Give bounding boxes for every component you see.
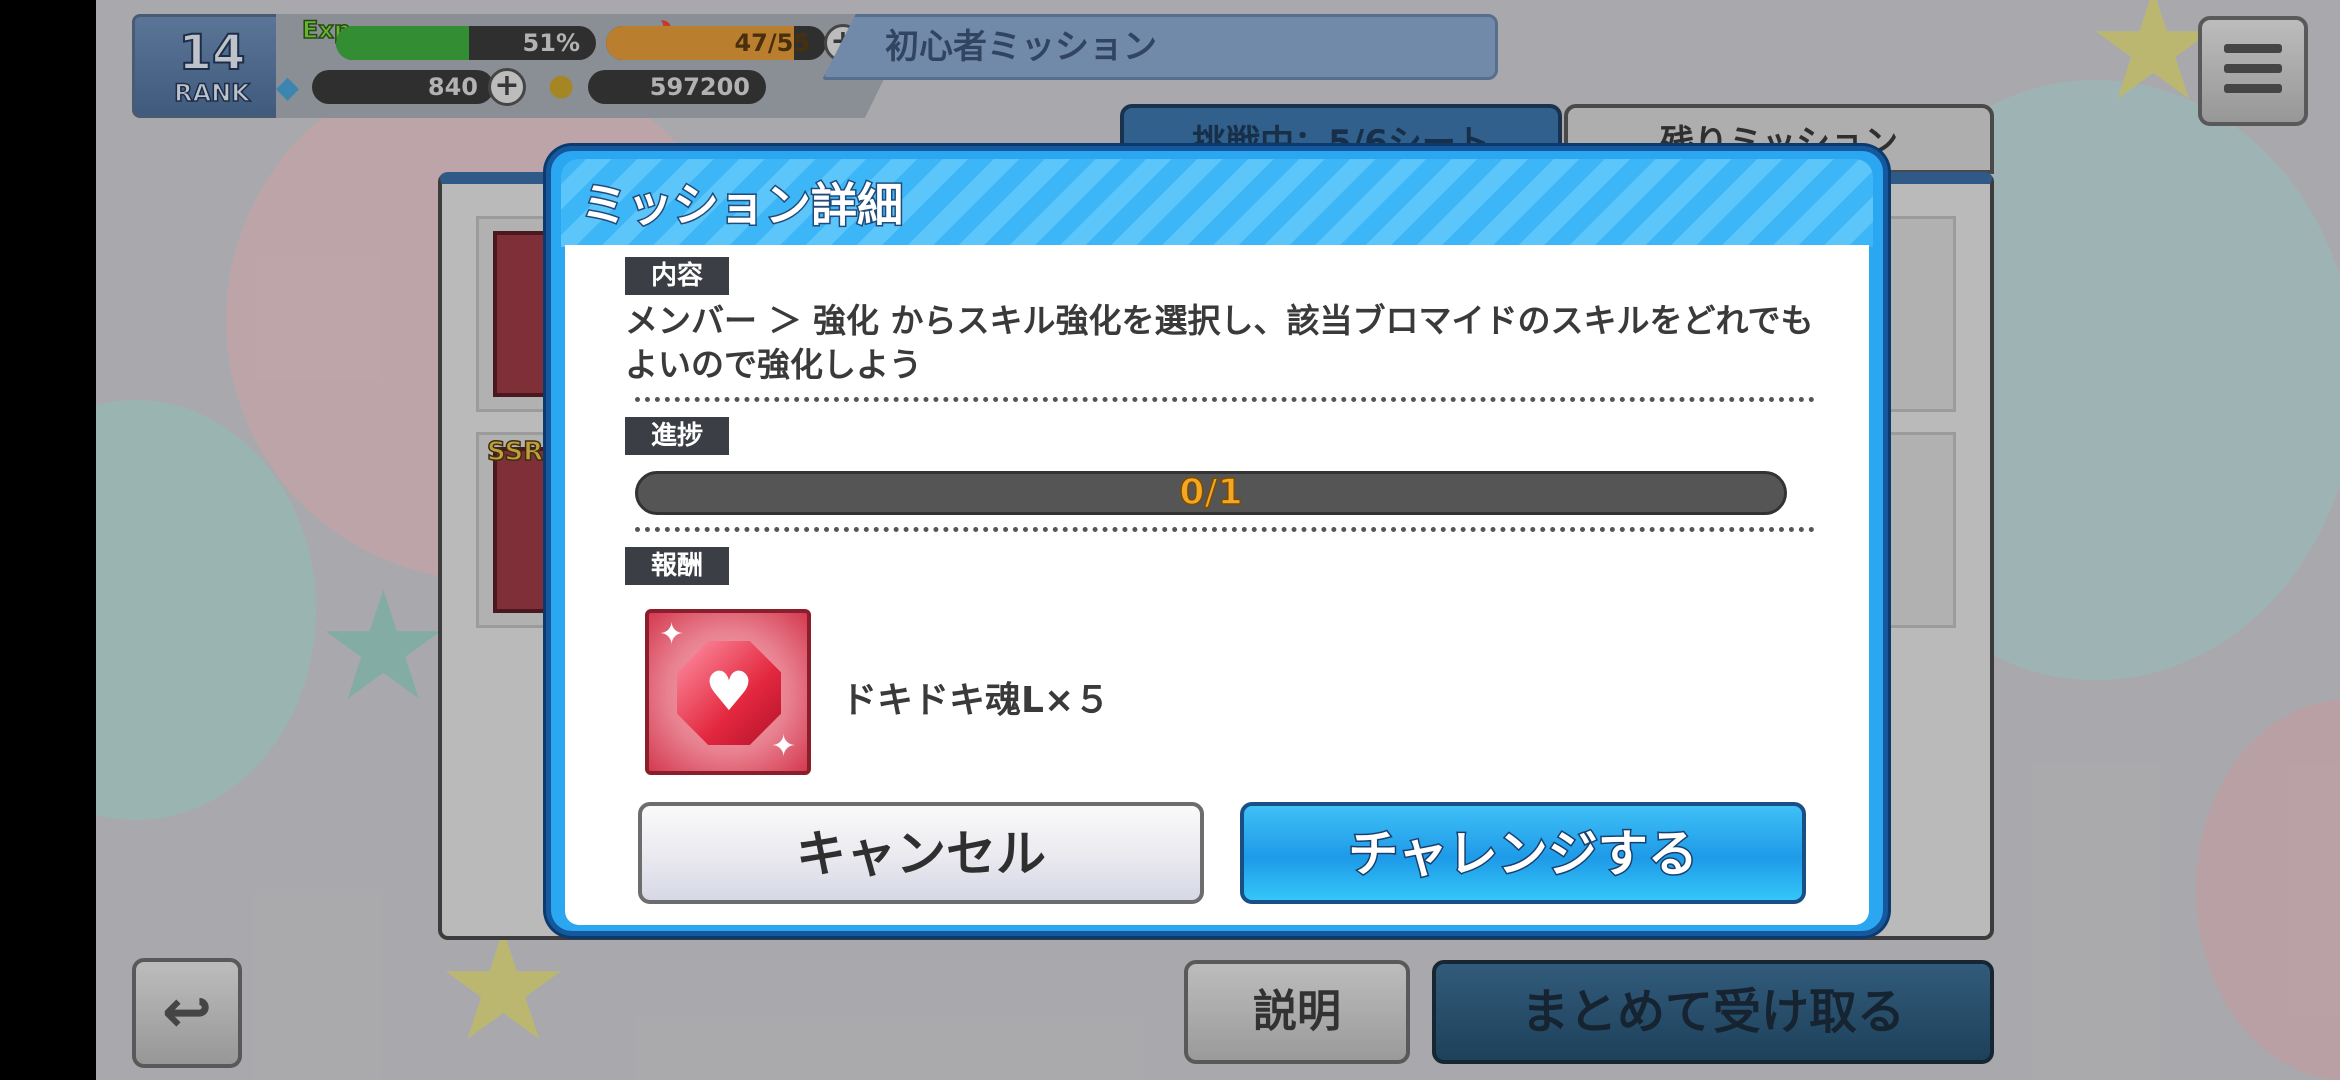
gems-plus-button[interactable]: +	[488, 68, 526, 106]
ssr-badge: SSR	[486, 436, 544, 468]
progress-value: 0/1	[1179, 472, 1244, 513]
gems-counter: 840	[312, 70, 494, 104]
sparkle-icon: ✦	[771, 729, 797, 764]
progress-tag: 進捗	[625, 417, 730, 455]
gold-coin-icon: ●	[548, 68, 575, 103]
mission-title: 初心者ミッション	[885, 27, 1157, 67]
blue-crystal-icon: ◆	[276, 70, 300, 105]
sparkle-icon: ✦	[659, 617, 685, 652]
rank-label: RANK	[173, 78, 250, 108]
stamina-bar: 47/55	[606, 26, 826, 60]
bg-star-teal: ★	[316, 560, 451, 734]
content-tag: 内容	[625, 257, 730, 295]
screen: ★ ★ ★ 14 RANK Exp 51% 🔥 47/55 + ◆ 840 +	[0, 0, 2340, 1080]
reward-label: ドキドキ魂L×５	[841, 680, 1111, 721]
coins-value: 597200	[649, 73, 750, 101]
heart-gem-icon: ♥ ✦ ✦	[645, 609, 811, 775]
rank-badge: 14 RANK	[132, 14, 292, 118]
heart-icon: ♥	[704, 660, 754, 723]
stamina-value: 47/55	[734, 29, 810, 57]
gem-shape: ♥	[677, 641, 781, 745]
collect-all-button[interactable]: まとめて受け取る	[1432, 960, 1994, 1064]
gems-value: 840	[427, 73, 478, 101]
challenge-button[interactable]: チャレンジする	[1240, 802, 1806, 904]
exp-bar-fill	[336, 26, 469, 60]
bg-circle-pink-right	[2196, 700, 2340, 1080]
reward-tag: 報酬	[625, 547, 730, 585]
cancel-button[interactable]: キャンセル	[638, 802, 1204, 904]
exp-percent: 51%	[522, 29, 580, 57]
divider	[635, 397, 1815, 402]
menu-button[interactable]	[2198, 16, 2308, 126]
exp-bar: 51%	[336, 26, 596, 60]
progress-bar: 0/1	[635, 471, 1787, 515]
description-button[interactable]: 説明	[1184, 960, 1410, 1064]
mission-description: メンバー ＞ 強化 からスキル強化を選択し、該当ブロマイドのスキルをどれでもよい…	[625, 301, 1814, 384]
divider	[635, 527, 1815, 532]
system-nav-bar	[0, 0, 96, 1080]
coins-counter: 597200	[588, 70, 766, 104]
back-arrow-icon: ↩	[161, 977, 213, 1047]
dialog-header: ミッション詳細	[561, 159, 1873, 247]
rank-number: 14	[178, 25, 247, 81]
game-view: ★ ★ ★ 14 RANK Exp 51% 🔥 47/55 + ◆ 840 +	[96, 0, 2340, 1080]
back-button[interactable]: ↩	[132, 958, 242, 1068]
status-panel: Exp 51% 🔥 47/55 + ◆ 840 + ● 597200	[276, 14, 916, 118]
mission-title-bar: 初心者ミッション	[822, 14, 1498, 80]
dialog-title: ミッション詳細	[580, 177, 905, 234]
